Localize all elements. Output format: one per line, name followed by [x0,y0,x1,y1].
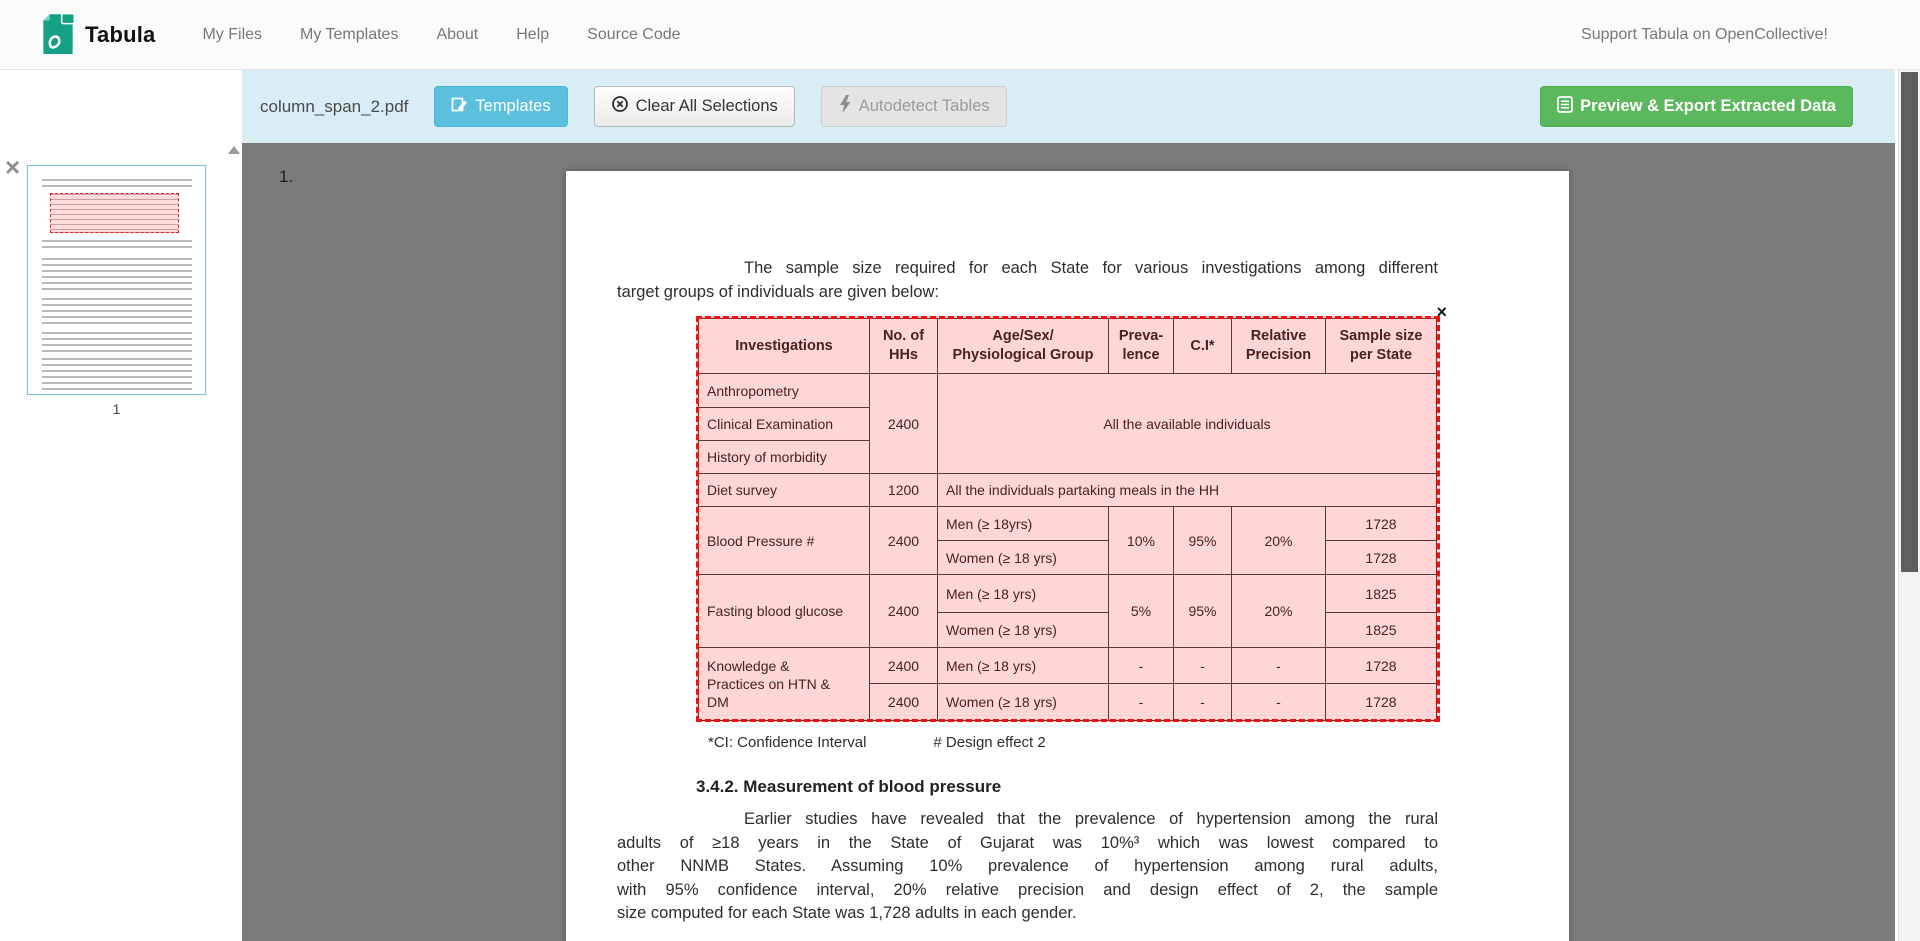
nav-item-my-files[interactable]: My Files [183,26,281,44]
nav-menu: My Files My Templates About Help Source … [183,26,699,44]
nav-item-about[interactable]: About [417,26,497,44]
close-document-icon[interactable]: × [5,154,20,180]
sidebar-scroll-up-arrow[interactable] [228,146,240,154]
nav-item-help[interactable]: Help [497,26,568,44]
vertical-scrollbar-track[interactable] [1898,70,1920,941]
toolbar: column_span_2.pdf Templates Clear All Se… [242,70,1895,143]
thumbnail-text-lines [42,179,192,189]
thumbnail-selection-box [50,193,179,233]
section-heading: 3.4.2. Measurement of blood pressure [696,777,1001,797]
preview-export-button[interactable]: Preview & Export Extracted Data [1540,86,1853,127]
thumbnail-text-lines [42,240,192,252]
body-paragraph: Earlier studies have revealed that the p… [617,808,1438,926]
clear-all-selections-button[interactable]: Clear All Selections [594,86,795,127]
intro-paragraph: The sample size required for each State … [617,257,1438,304]
page-thumbnail-sidebar: × 1 [0,70,242,941]
thumbnail-text-lines [42,358,192,392]
nav-item-my-templates[interactable]: My Templates [281,26,417,44]
brand-link[interactable]: Tabula [40,10,155,59]
lightning-bolt-icon [838,95,852,118]
table-list-icon [1557,96,1573,118]
top-navbar: Tabula My Files My Templates About Help … [0,0,1920,70]
autodetect-tables-button[interactable]: Autodetect Tables [821,86,1007,127]
thumbnail-text-lines [42,258,192,292]
support-link[interactable]: Support Tabula on OpenCollective! [1581,26,1828,44]
template-icon [451,96,468,118]
table-selection-overlay[interactable]: × [696,316,1440,722]
document-filename: column_span_2.pdf [260,97,408,117]
vertical-scrollbar-thumb[interactable] [1901,72,1918,572]
tabula-logo-icon [40,10,76,59]
brand-name: Tabula [85,22,155,48]
pdf-page[interactable]: The sample size required for each State … [566,171,1569,941]
table-footnote: *CI: Confidence Interval# Design effect … [708,734,1046,751]
thumbnail-text-lines [42,298,192,326]
clear-circle-x-icon [611,95,629,118]
templates-button[interactable]: Templates [434,86,567,127]
page-thumbnail[interactable] [27,165,206,395]
thumbnail-page-number: 1 [27,401,206,417]
workspace: 1. The sample size required for each Sta… [242,143,1895,941]
tabula-app: Tabula My Files My Templates About Help … [0,0,1920,941]
thumbnail-text-lines [42,332,192,352]
remove-selection-icon[interactable]: × [1436,303,1447,321]
page-number-marker: 1. [279,167,293,187]
nav-item-source-code[interactable]: Source Code [568,26,699,44]
